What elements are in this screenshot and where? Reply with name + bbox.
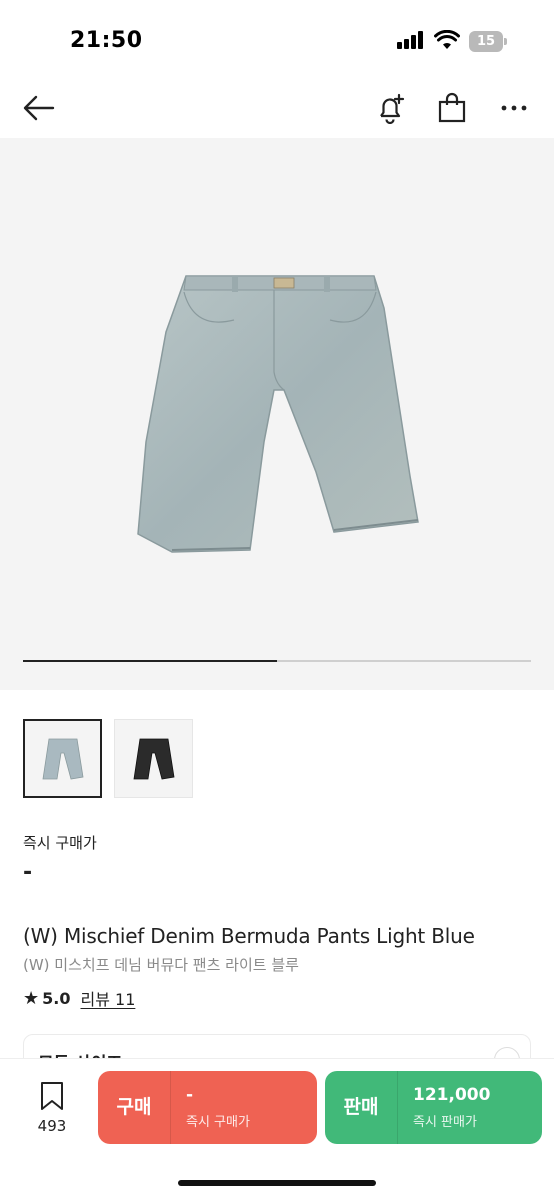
shopping-bag-icon — [438, 92, 466, 123]
more-button[interactable] — [494, 88, 534, 128]
bookmark-button[interactable]: 493 — [30, 1081, 74, 1135]
review-link[interactable]: 리뷰 11 — [80, 986, 135, 1010]
thumbnail-black[interactable] — [114, 719, 193, 798]
bottom-action-bar: 493 구매 - 즉시 구매가 판매 121,000 즉시 판매가 — [0, 1058, 554, 1200]
sell-price-label: 즉시 판매가 — [413, 1115, 477, 1130]
alert-button[interactable] — [370, 88, 410, 128]
product-subtitle: (W) 미스치프 데님 버뮤다 팬츠 라이트 블루 — [23, 956, 299, 974]
status-bar: 21:50 15 — [0, 0, 554, 82]
more-icon — [501, 105, 527, 111]
product-image-carousel[interactable] — [0, 138, 554, 690]
battery-icon: 15 — [469, 31, 507, 52]
buy-button[interactable]: 구매 - 즉시 구매가 — [98, 1071, 317, 1144]
battery-level: 15 — [469, 31, 503, 52]
gallery-progress — [23, 660, 531, 662]
sell-button-label: 판매 — [343, 1096, 379, 1118]
wifi-icon — [434, 30, 460, 49]
star-icon: ★ — [23, 987, 40, 1009]
rating-row: ★ 5.0 리뷰 11 — [23, 986, 135, 1010]
buy-price-label: 즉시 구매가 — [186, 1115, 250, 1130]
shorts-thumbnail-image — [42, 738, 83, 779]
price-value: - — [23, 860, 33, 885]
product-image — [137, 275, 419, 553]
status-time: 21:50 — [70, 28, 143, 53]
gallery-progress-fill — [23, 660, 277, 662]
bell-plus-icon — [380, 93, 405, 124]
top-nav — [0, 82, 554, 138]
buy-button-label: 구매 — [116, 1096, 152, 1118]
buy-price: - — [186, 1085, 194, 1105]
thumbnail-light-blue[interactable] — [23, 719, 102, 798]
back-button[interactable] — [19, 88, 59, 128]
sell-button[interactable]: 판매 121,000 즉시 판매가 — [325, 1071, 542, 1144]
cellular-signal-icon — [397, 31, 427, 49]
rating-value: 5.0 — [42, 988, 71, 1008]
sell-price: 121,000 — [413, 1085, 491, 1105]
product-title: (W) Mischief Denim Bermuda Pants Light B… — [23, 924, 475, 948]
cart-button[interactable] — [432, 88, 472, 128]
bookmark-count: 493 — [37, 1117, 67, 1135]
back-arrow-icon — [23, 95, 55, 121]
shorts-thumbnail-image — [133, 738, 174, 779]
home-indicator — [178, 1180, 376, 1186]
price-label: 즉시 구매가 — [23, 834, 97, 852]
thumbnail-list — [23, 719, 193, 799]
bookmark-icon — [41, 1082, 63, 1110]
